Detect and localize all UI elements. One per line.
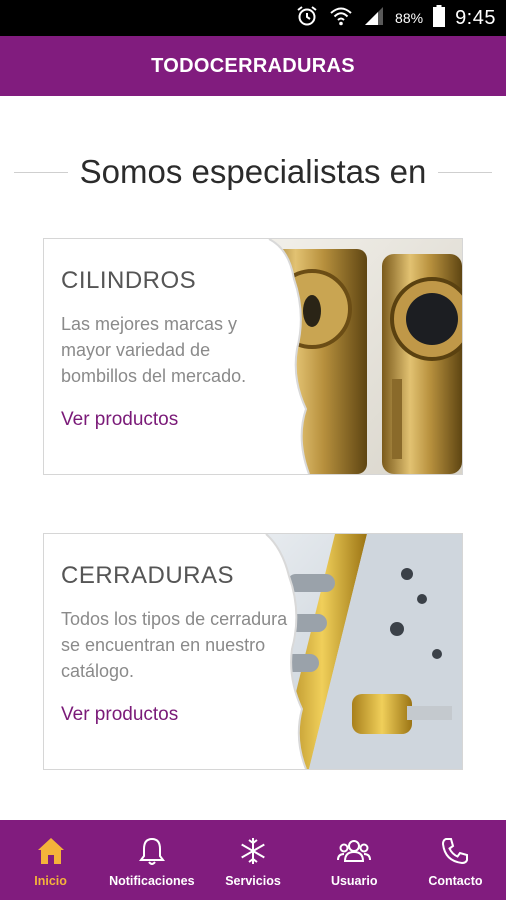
nav-item-inicio[interactable]: Inicio xyxy=(0,820,101,900)
ver-productos-link[interactable]: Ver productos xyxy=(61,409,291,431)
nav-item-notificaciones[interactable]: Notificaciones xyxy=(101,820,202,900)
status-bar: 88% 9:45 xyxy=(0,0,506,36)
battery-icon xyxy=(433,4,446,32)
home-icon xyxy=(34,834,68,868)
nav-label: Contacto xyxy=(428,874,483,888)
divider-right xyxy=(438,171,492,173)
app-header: TODOCERRADURAS xyxy=(0,36,506,96)
nav-item-usuario[interactable]: Usuario xyxy=(304,820,405,900)
nav-label: Notificaciones xyxy=(109,874,195,888)
nav-label: Inicio xyxy=(34,874,67,888)
card-description: Todos los tipos de cerradura se encuentr… xyxy=(61,609,288,681)
signal-icon xyxy=(363,5,385,32)
section-heading: Somos especialistas en xyxy=(14,150,492,194)
bottom-navigation: Inicio Notificaciones Servicios Usuario … xyxy=(0,820,506,900)
nav-label: Usuario xyxy=(330,874,378,888)
nav-label: Servicios xyxy=(225,874,281,888)
nav-item-servicios[interactable]: Servicios xyxy=(202,820,303,900)
card-title: CERRADURAS xyxy=(61,562,235,589)
clock: 9:45 xyxy=(455,6,496,29)
card-description: Las mejores marcas y mayor variedad de b… xyxy=(61,314,247,386)
alarm-icon xyxy=(295,4,319,33)
phone-icon xyxy=(438,834,472,868)
card-title: CILINDROS xyxy=(61,267,197,294)
bell-icon xyxy=(135,834,169,868)
app-title: TODOCERRADURAS xyxy=(151,54,355,77)
category-card-cerraduras[interactable]: CERRADURAS Todos los tipos de cerradura … xyxy=(43,533,463,770)
snowflake-icon xyxy=(236,834,270,868)
ver-productos-link[interactable]: Ver productos xyxy=(61,704,291,726)
battery-percent: 88% xyxy=(395,10,424,26)
users-icon xyxy=(337,834,372,868)
wifi-icon xyxy=(329,4,353,33)
nav-item-contacto[interactable]: Contacto xyxy=(405,820,506,900)
section-title: Somos especialistas en xyxy=(79,153,427,190)
divider-left xyxy=(14,171,68,173)
category-card-cilindros[interactable]: CILINDROS Las mejores marcas y mayor var… xyxy=(43,238,463,475)
